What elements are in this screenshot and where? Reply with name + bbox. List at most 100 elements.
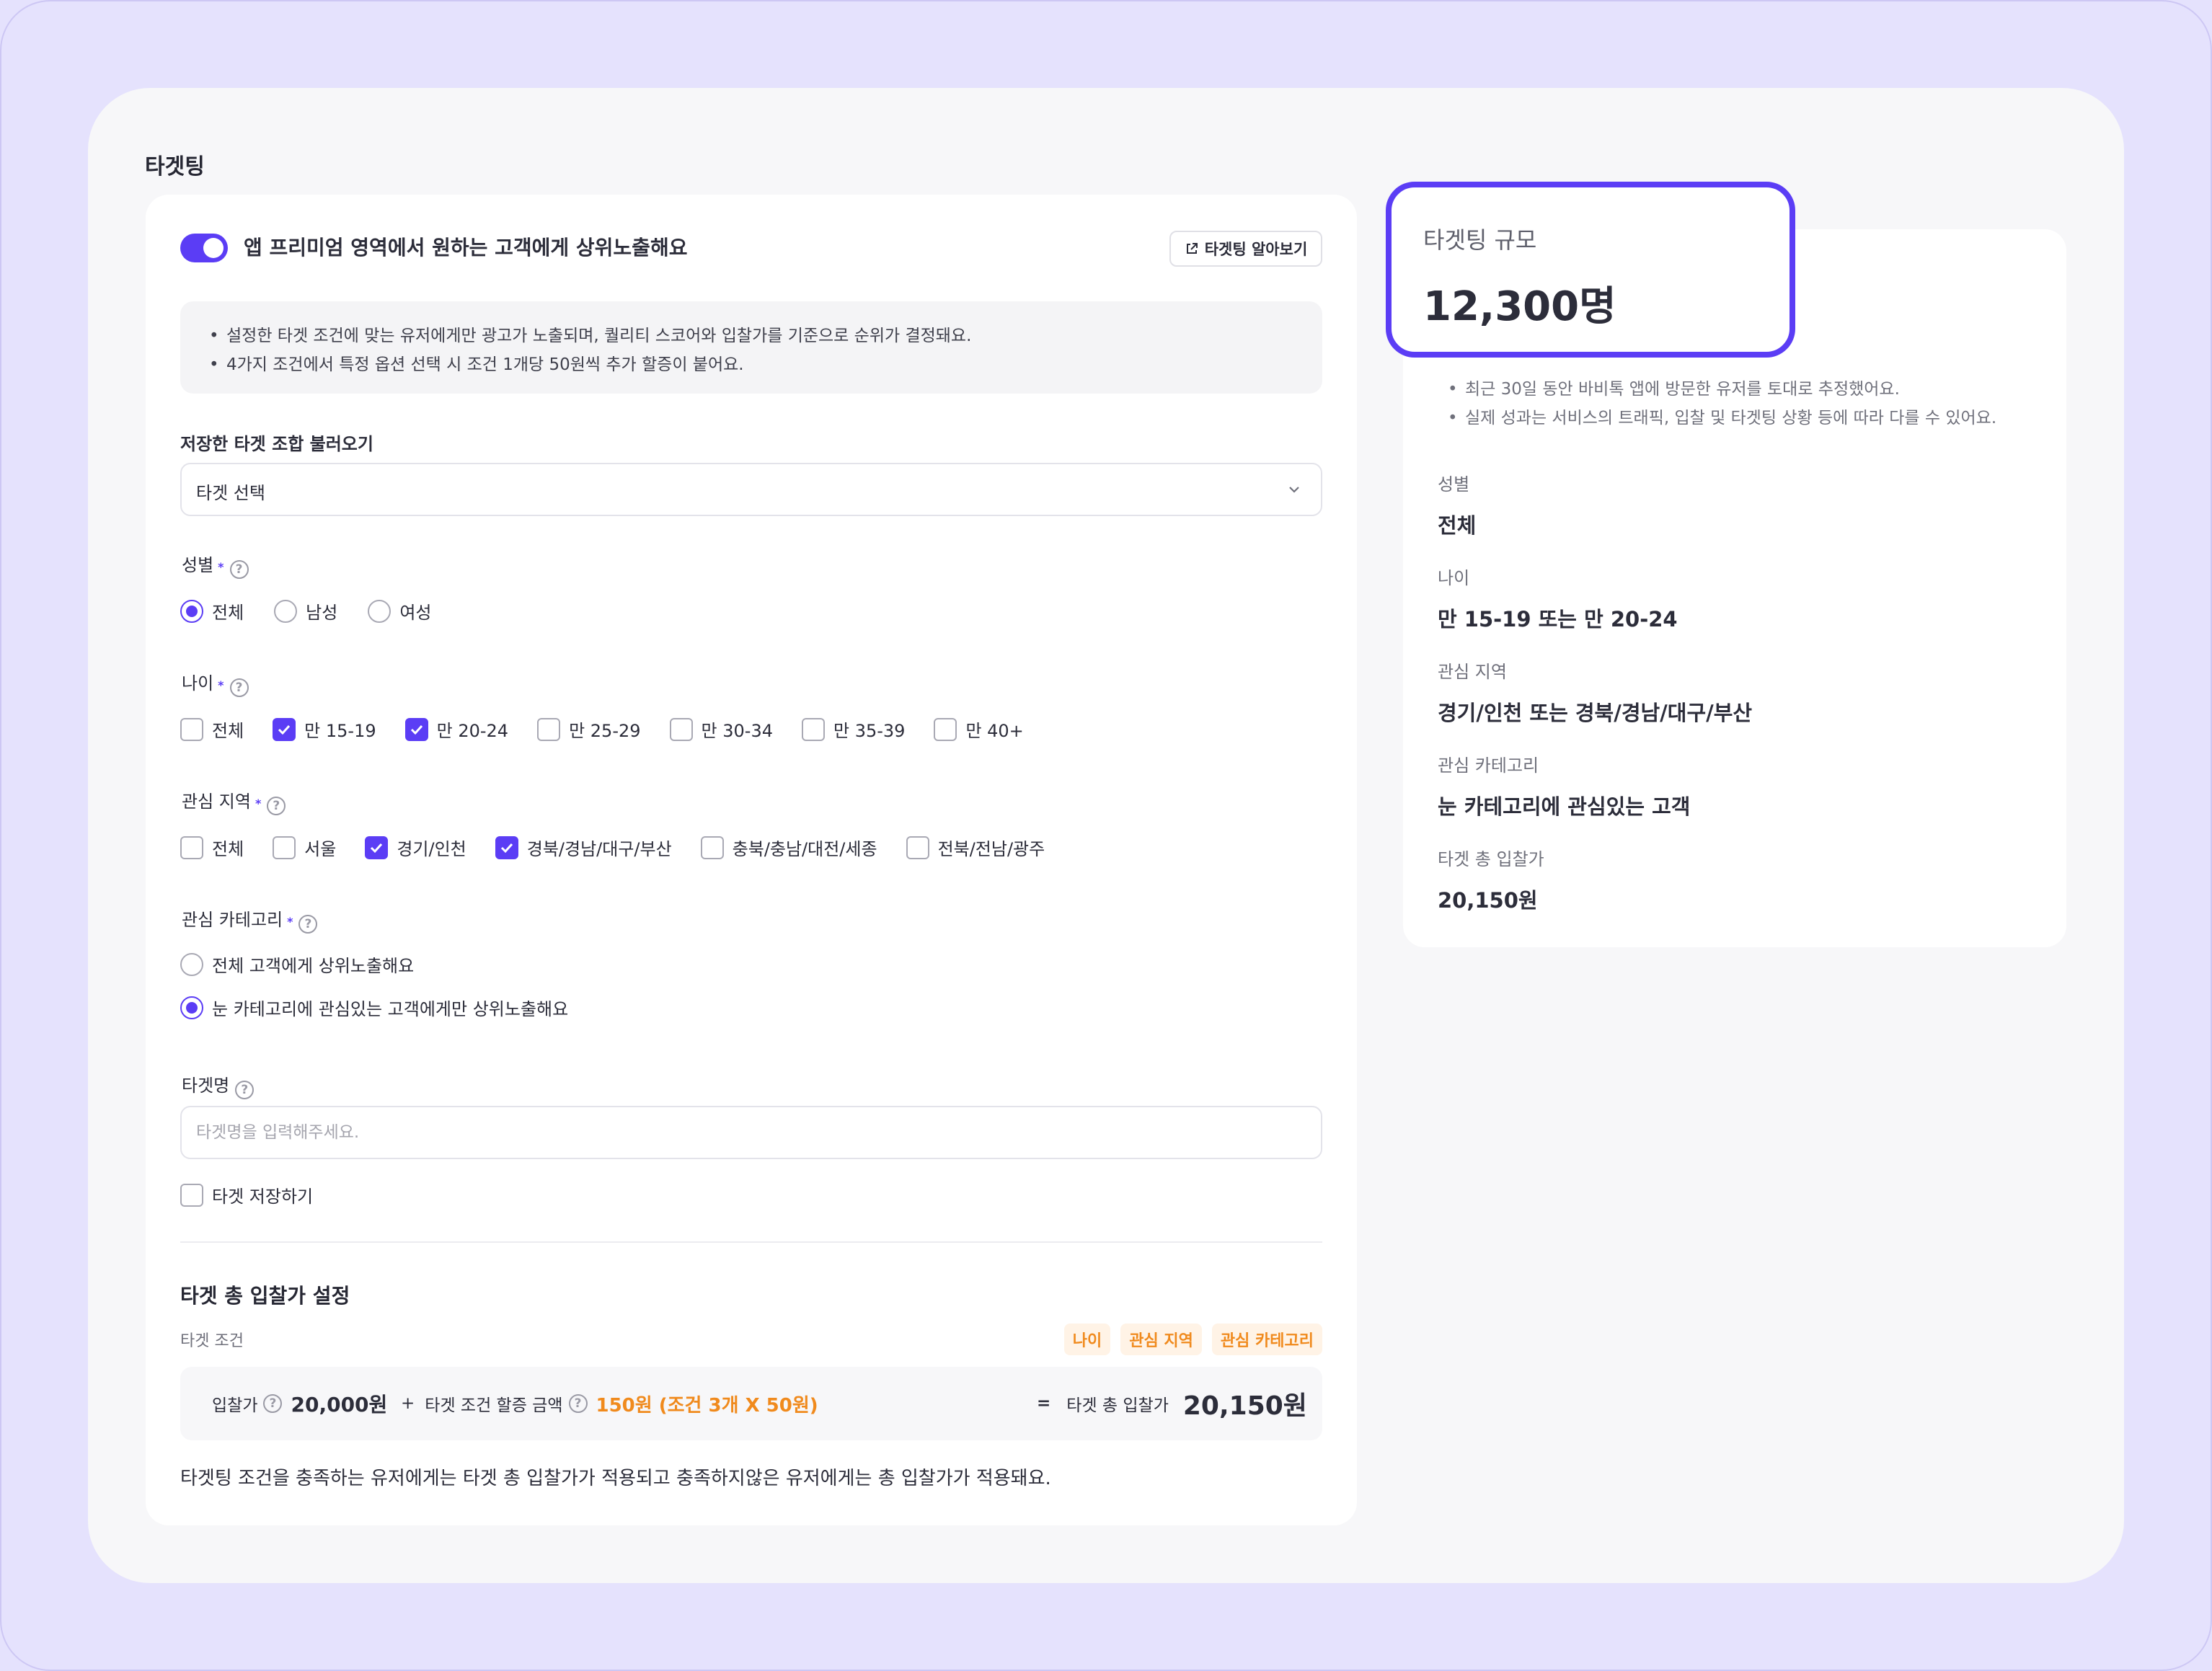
question-circle-icon[interactable]: ? — [263, 1394, 283, 1413]
check-icon — [410, 724, 423, 735]
age-option-25-29[interactable]: 만 25-29 — [537, 717, 641, 742]
toggle-label: 앱 프리미엄 영역에서 원하는 고객에게 상위노출해요 — [244, 236, 688, 260]
category-label-row: 관심 카테고리 *? — [182, 905, 318, 934]
option-label: 여성 — [399, 603, 432, 623]
age-option-20-24[interactable]: 만 20-24 — [404, 717, 509, 742]
summary-age-value: 만 15-19 또는 만 20-24 — [1438, 607, 1678, 631]
checkbox-checked[interactable] — [273, 717, 296, 741]
checkbox[interactable] — [180, 836, 203, 859]
saved-target-select[interactable]: 타겟 선택 — [180, 463, 1322, 516]
total-bid-label: 타겟 총 입찰가 — [1066, 1396, 1169, 1415]
question-circle-icon[interactable]: ? — [229, 678, 249, 697]
target-name-input[interactable] — [180, 1106, 1322, 1159]
bid-section-title: 타겟 총 입찰가 설정 — [180, 1284, 350, 1308]
targeting-size-box: 타겟팅 규모 12,300명 — [1386, 182, 1795, 358]
total-bid-value: 20,150원 — [1182, 1391, 1307, 1421]
gender-option-male[interactable]: 남성 — [274, 598, 337, 624]
summary-age-key: 나이 — [1438, 568, 1470, 588]
question-circle-icon[interactable]: ? — [235, 1081, 255, 1099]
targeting-form-card: 앱 프리미엄 영역에서 원하는 고객에게 상위노출해요 타겟팅 알아보기 설정한… — [146, 195, 1357, 1525]
option-label: 만 30-34 — [701, 721, 773, 741]
checkbox-checked[interactable] — [404, 717, 428, 741]
summary-category-value: 눈 카테고리에 관심있는 고객 — [1438, 794, 1691, 819]
region-option-seoul[interactable]: 서울 — [273, 835, 336, 860]
age-option-35-39[interactable]: 만 35-39 — [801, 717, 906, 742]
base-bid: 입찰가 ? 20,000원 — [212, 1367, 387, 1440]
category-option-all[interactable]: 전체 고객에게 상위노출해요 — [180, 952, 414, 977]
option-label: 경기/인천 — [397, 839, 466, 859]
age-label: 나이 — [182, 673, 214, 693]
checkbox[interactable] — [906, 836, 929, 859]
radio[interactable] — [368, 599, 391, 623]
category-label: 관심 카테고리 — [182, 910, 283, 930]
region-option-gyeongbuk[interactable]: 경북/경남/대구/부산 — [495, 835, 672, 860]
check-icon — [371, 843, 383, 853]
checkbox-checked[interactable] — [365, 836, 389, 859]
targeting-size-title: 타겟팅 규모 — [1423, 226, 1537, 254]
summary-gender-key: 성별 — [1438, 474, 1470, 495]
check-icon — [278, 724, 291, 735]
radio[interactable] — [180, 952, 203, 976]
option-label: 만 20-24 — [436, 721, 509, 741]
age-option-15-19[interactable]: 만 15-19 — [273, 717, 376, 742]
target-condition-label: 타겟 조건 — [180, 1332, 244, 1350]
question-circle-icon[interactable]: ? — [267, 797, 286, 815]
required-mark: * — [218, 560, 224, 574]
plus-sign: + — [401, 1394, 415, 1413]
page-title: 타겟팅 — [145, 154, 205, 179]
checkbox[interactable] — [180, 717, 203, 741]
notice-line: 4가지 조건에서 특정 옵션 선택 시 조건 1개당 50원씩 추가 할증이 붙… — [209, 350, 1293, 379]
age-option-30-34[interactable]: 만 30-34 — [669, 717, 773, 742]
total-bid: = 타겟 총 입찰가 20,150원 — [1037, 1367, 1307, 1440]
targeting-size-value: 12,300명 — [1423, 283, 1616, 330]
summary-total-bid-value: 20,150원 — [1438, 888, 1538, 913]
question-circle-icon[interactable]: ? — [229, 560, 249, 579]
required-mark: * — [255, 797, 262, 810]
radio-selected[interactable] — [180, 996, 203, 1019]
summary-region-value: 경기/인천 또는 경북/경남/대구/부산 — [1438, 701, 1753, 725]
question-circle-icon[interactable]: ? — [298, 915, 318, 934]
divider — [180, 1241, 1322, 1243]
question-circle-icon[interactable]: ? — [568, 1394, 588, 1413]
option-label: 전체 고객에게 상위노출해요 — [212, 956, 415, 976]
age-option-40-plus[interactable]: 만 40+ — [934, 717, 1024, 742]
targeting-toggle[interactable] — [180, 234, 228, 262]
option-label: 경북/경남/대구/부산 — [526, 839, 672, 859]
targeting-guide-button[interactable]: 타겟팅 알아보기 — [1169, 231, 1322, 267]
checkbox[interactable] — [700, 836, 724, 859]
checkbox[interactable] — [537, 717, 561, 741]
radio-selected[interactable] — [180, 599, 203, 623]
checkbox[interactable] — [180, 1183, 203, 1207]
option-label: 만 15-19 — [304, 721, 376, 741]
saved-target-label: 저장한 타겟 조합 불러오기 — [180, 434, 373, 454]
region-options: 전체 서울 경기/인천 경북/경남/대구/부산 충북/충남/대전/세종 전북/전… — [180, 835, 1045, 860]
target-name-label: 타겟명 — [182, 1076, 230, 1096]
category-option-eye[interactable]: 눈 카테고리에 관심있는 고객에게만 상위노출해요 — [180, 995, 568, 1020]
bid-note: 타겟팅 조건을 충족하는 유저에게는 타겟 총 입찰가가 적용되고 충족하지않은… — [180, 1468, 1051, 1489]
checkbox[interactable] — [669, 717, 693, 741]
save-target-option[interactable]: 타겟 저장하기 — [180, 1182, 313, 1207]
chevron-down-icon — [1289, 487, 1299, 493]
radio[interactable] — [274, 599, 298, 623]
region-option-chungbuk[interactable]: 충북/충남/대전/세종 — [700, 835, 877, 860]
checkbox[interactable] — [801, 717, 825, 741]
checkbox[interactable] — [934, 717, 957, 741]
gender-option-all[interactable]: 전체 — [180, 598, 244, 624]
option-label: 눈 카테고리에 관심있는 고객에게만 상위노출해요 — [212, 999, 569, 1019]
external-link-icon — [1186, 243, 1198, 254]
check-icon — [500, 843, 513, 853]
option-label: 만 25-29 — [569, 721, 641, 741]
condition-tag: 나이 — [1063, 1324, 1111, 1355]
condition-tag: 관심 카테고리 — [1211, 1324, 1322, 1355]
gender-option-female[interactable]: 여성 — [368, 598, 432, 624]
region-option-jeonbuk[interactable]: 전북/전남/광주 — [906, 835, 1045, 860]
summary-notes: 최근 30일 동안 바비톡 앱에 방문한 유저를 토대로 추정했어요. 실제 성… — [1448, 375, 1996, 433]
option-label: 만 35-39 — [833, 721, 906, 741]
region-option-gyeonggi[interactable]: 경기/인천 — [365, 835, 466, 860]
age-option-all[interactable]: 전체 — [180, 717, 244, 742]
option-label: 만 40+ — [965, 721, 1024, 741]
checkbox-checked[interactable] — [495, 836, 518, 859]
option-label: 전체 — [212, 603, 244, 623]
region-option-all[interactable]: 전체 — [180, 835, 244, 860]
checkbox[interactable] — [273, 836, 296, 859]
